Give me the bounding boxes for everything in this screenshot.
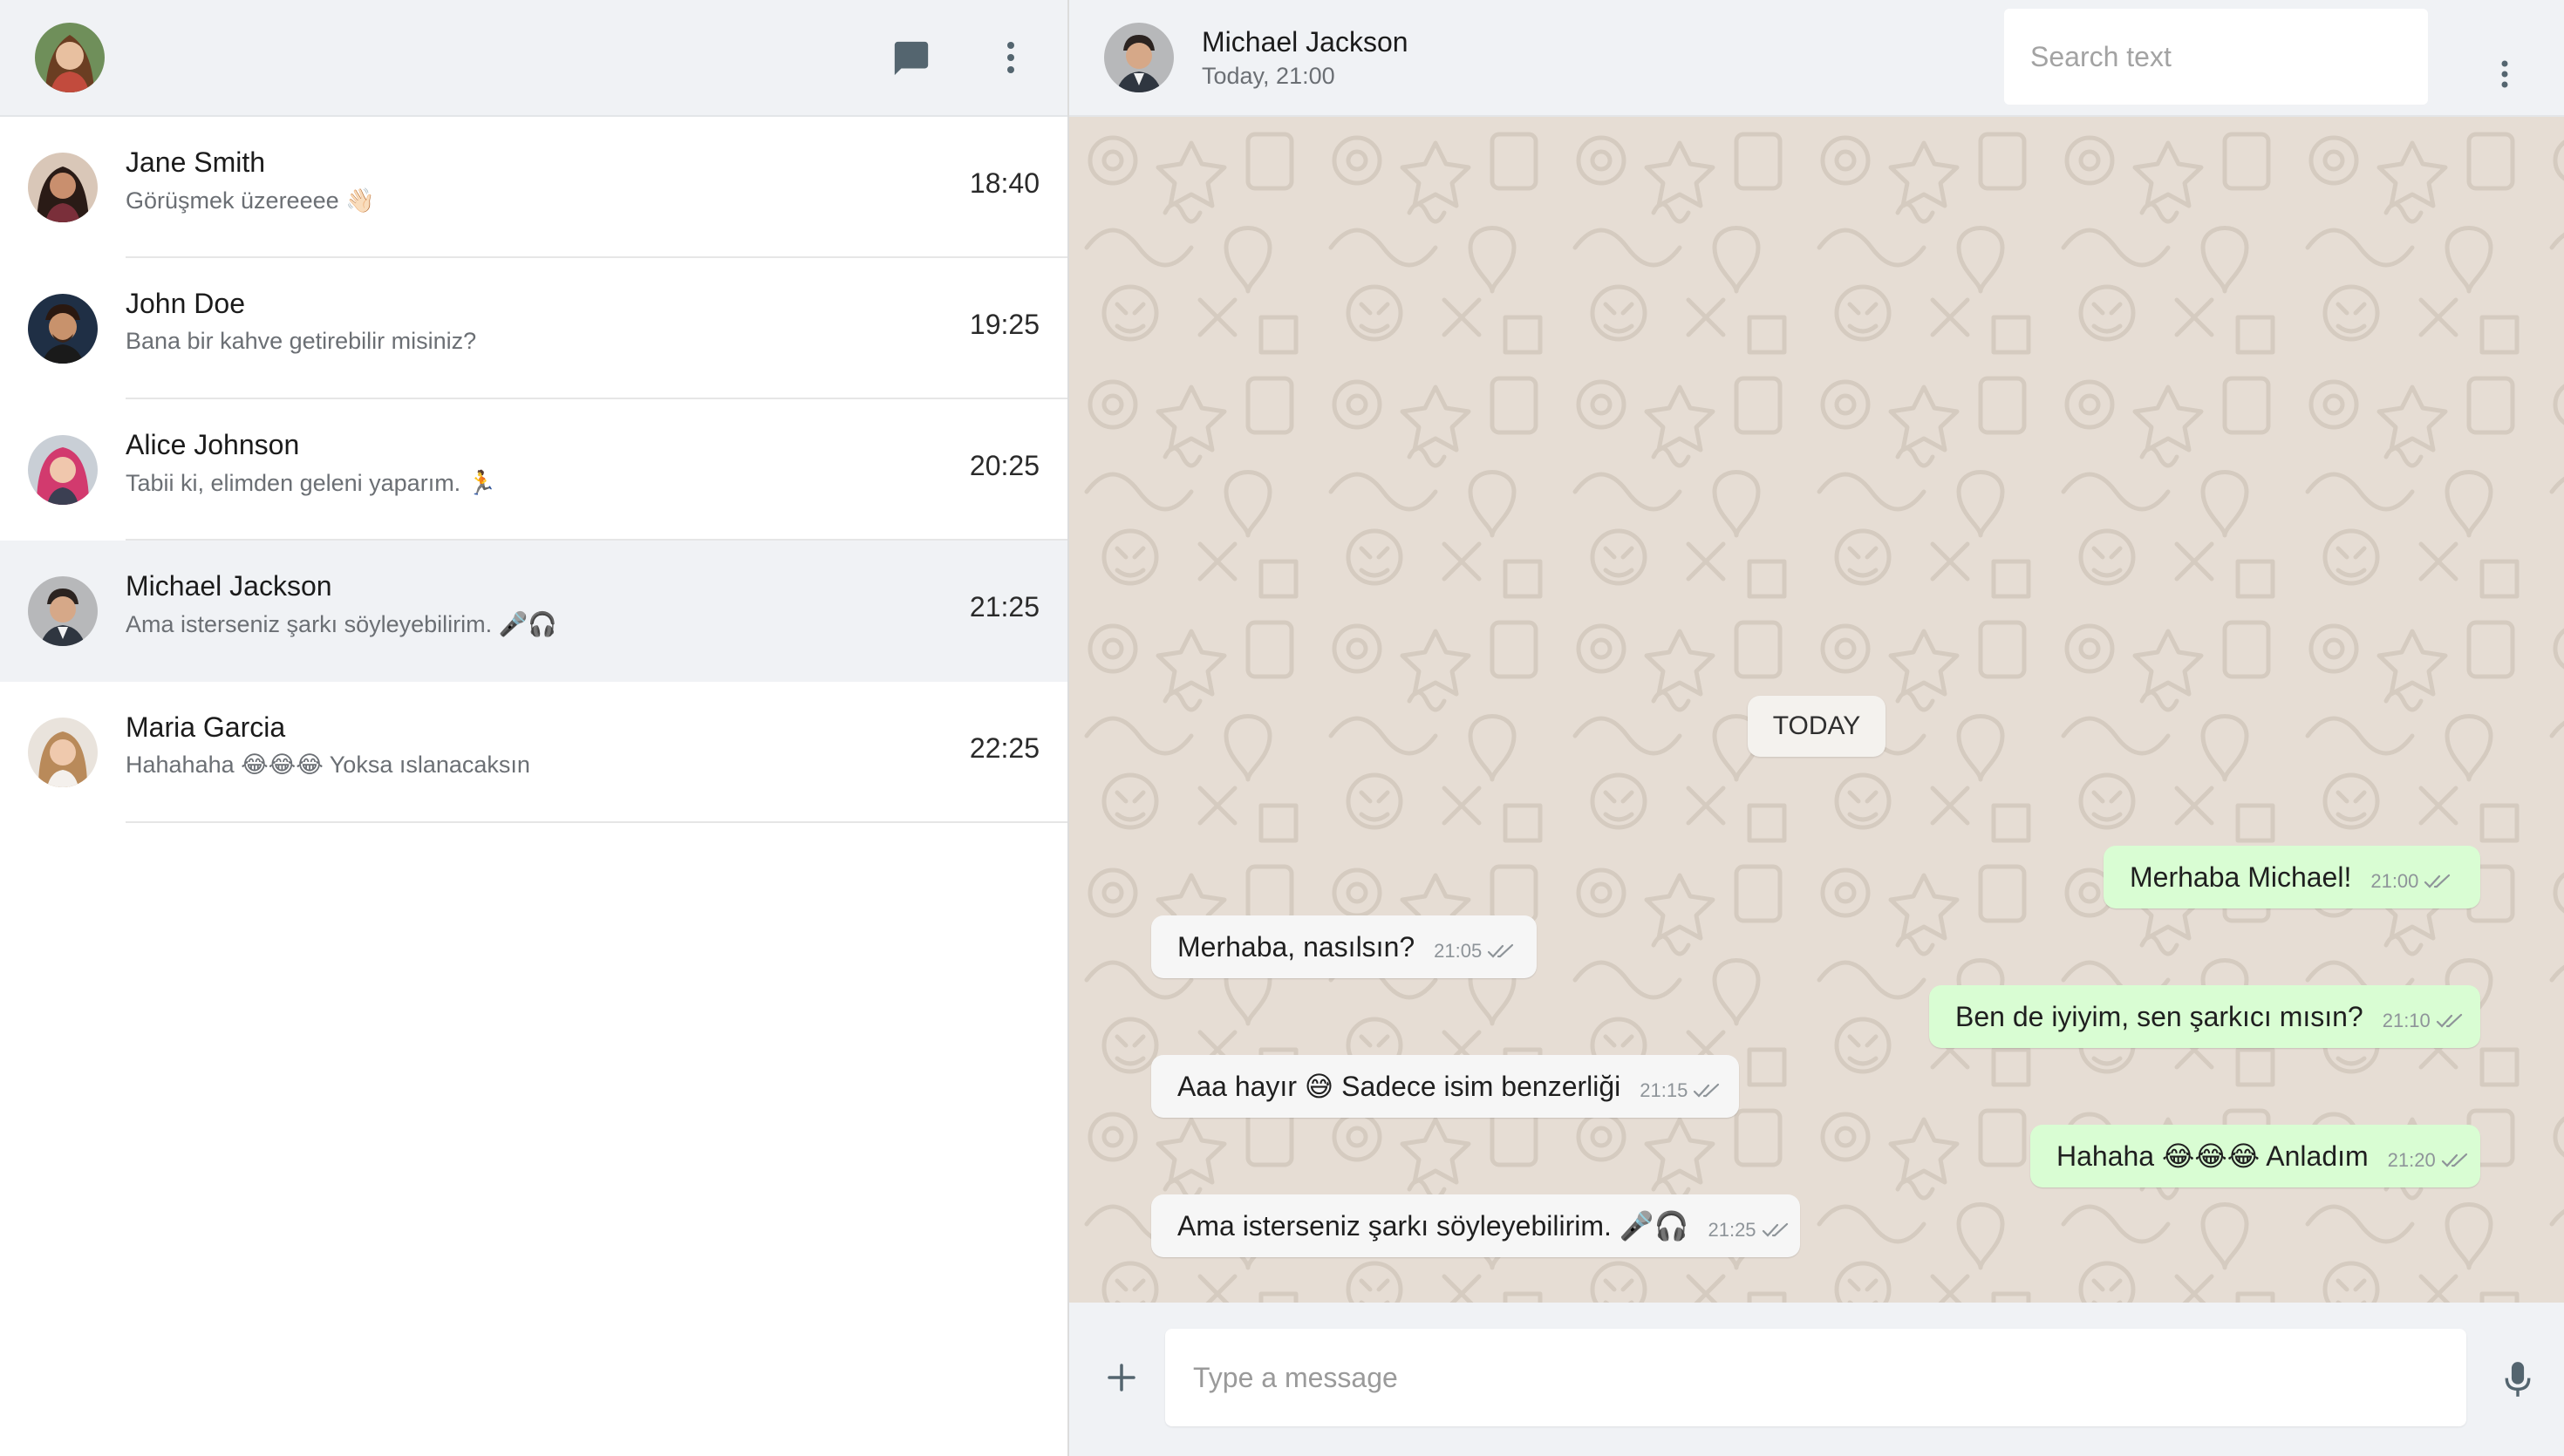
- chat-preview: Hahahaha 😂😂😂 Yoksa ıslanacaksın: [126, 752, 530, 778]
- chat-preview: Bana bir kahve getirebilir misiniz?: [126, 328, 477, 354]
- double-check-icon: [2441, 1153, 2471, 1168]
- conversation-header: Michael Jackson Today, 21:00: [1069, 0, 2564, 117]
- more-vertical-icon[interactable]: [999, 40, 1022, 75]
- sidebar-header: [0, 0, 1067, 117]
- message-meta: 21:20: [2388, 1149, 2471, 1172]
- message-time: 21:25: [1708, 1219, 1756, 1241]
- chat-list-item-active[interactable]: Michael Jackson Ama isterseniz şarkı söy…: [0, 541, 1067, 682]
- chat-time: 21:25: [969, 591, 1040, 623]
- avatar: [28, 294, 98, 364]
- message-time: 21:00: [2370, 870, 2419, 892]
- message-text: Aaa hayır 😅 Sadece isim benzerliği: [1177, 1071, 1621, 1102]
- message-composer: [1069, 1303, 2564, 1456]
- message-meta: 21:25: [1708, 1219, 1790, 1242]
- incoming-message[interactable]: Ama isterseniz şarkı söyleyebilirim. 🎤🎧 …: [1151, 1194, 1800, 1257]
- avatar: [28, 718, 98, 787]
- contact-avatar[interactable]: [1104, 23, 1174, 92]
- search-input[interactable]: [2004, 9, 2428, 105]
- message-time: 21:15: [1640, 1079, 1688, 1101]
- chat-list-item[interactable]: Jane Smith Görüşmek üzereeee 👋🏻 18:40: [0, 117, 1067, 258]
- chat-name: Maria Garcia: [126, 711, 286, 743]
- message-text: Hahaha 😂😂😂 Anladım: [2056, 1140, 2369, 1172]
- chat-time: 20:25: [969, 450, 1040, 481]
- double-check-icon: [1693, 1083, 1722, 1099]
- divider: [126, 821, 1067, 823]
- chat-list-item[interactable]: Maria Garcia Hahahaha 😂😂😂 Yoksa ıslanaca…: [0, 682, 1067, 823]
- avatar: [28, 576, 98, 646]
- incoming-message[interactable]: Merhaba, nasılsın? 21:05: [1151, 915, 1537, 978]
- plus-icon[interactable]: [1106, 1362, 1137, 1393]
- microphone-icon[interactable]: [2503, 1360, 2533, 1398]
- incoming-message[interactable]: Aaa hayır 😅 Sadece isim benzerliği 21:15: [1151, 1055, 1739, 1118]
- double-check-icon: [1487, 943, 1517, 959]
- double-check-icon: [2436, 1013, 2465, 1029]
- chat-preview: Tabii ki, elimden geleni yaparım. 🏃: [126, 470, 497, 496]
- message-area: TODAY Merhaba Michael! 21:00 Merhaba, na…: [1069, 117, 2564, 1303]
- message-time: 21:10: [2382, 1010, 2431, 1031]
- avatar: [28, 153, 98, 222]
- message-meta: 21:15: [1640, 1079, 1722, 1102]
- outgoing-message[interactable]: Hahaha 😂😂😂 Anladım 21:20: [2030, 1125, 2480, 1187]
- chat-preview: Ama isterseniz şarkı söyleyebilirim. 🎤🎧: [126, 611, 557, 637]
- outgoing-message[interactable]: Merhaba Michael! 21:00: [2104, 846, 2480, 908]
- message-meta: 21:05: [1434, 940, 1517, 963]
- chat-list-item[interactable]: John Doe Bana bir kahve getirebilir misi…: [0, 258, 1067, 399]
- contact-name[interactable]: Michael Jackson: [1202, 26, 1408, 58]
- chat-time: 22:25: [969, 732, 1040, 764]
- message-text: Merhaba, nasılsın?: [1177, 930, 1415, 963]
- double-check-icon: [2424, 874, 2453, 889]
- chat-list-panel: Jane Smith Görüşmek üzereeee 👋🏻 18:40 Jo…: [0, 0, 1067, 1456]
- search-box[interactable]: [2004, 9, 2428, 105]
- avatar: [28, 435, 98, 505]
- double-check-icon: [1762, 1222, 1791, 1238]
- chat-name: Michael Jackson: [126, 570, 332, 602]
- chat-list-item[interactable]: Alice Johnson Tabii ki, elimden geleni y…: [0, 399, 1067, 541]
- message-time: 21:20: [2387, 1149, 2436, 1171]
- outgoing-message[interactable]: Ben de iyiyim, sen şarkıcı mısın? 21:10: [1929, 985, 2480, 1048]
- my-avatar[interactable]: [35, 23, 105, 92]
- message-box[interactable]: [1165, 1329, 2466, 1426]
- contact-last-seen: Today, 21:00: [1202, 63, 1335, 89]
- message-text: Ama isterseniz şarkı söyleyebilirim. 🎤🎧: [1177, 1210, 1689, 1242]
- more-vertical-icon[interactable]: [2496, 59, 2513, 89]
- chat-time: 18:40: [969, 167, 1040, 199]
- message-text: Ben de iyiyim, sen şarkıcı mısın?: [1955, 1000, 2363, 1032]
- chat-name: Alice Johnson: [126, 429, 300, 460]
- chat-time: 19:25: [969, 309, 1040, 340]
- date-divider: TODAY: [1748, 696, 1885, 757]
- message-text: Merhaba Michael!: [2130, 861, 2352, 893]
- message-meta: 21:10: [2383, 1010, 2465, 1032]
- new-chat-icon[interactable]: [891, 38, 931, 78]
- chat-name: John Doe: [126, 288, 245, 319]
- message-meta: 21:00: [2370, 870, 2453, 893]
- message-time: 21:05: [1434, 940, 1483, 962]
- chat-preview: Görüşmek üzereeee 👋🏻: [126, 187, 375, 214]
- conversation-panel: Michael Jackson Today, 21:00 Search text…: [1069, 0, 2564, 1456]
- chat-name: Jane Smith: [126, 146, 266, 178]
- message-input[interactable]: [1165, 1329, 2466, 1426]
